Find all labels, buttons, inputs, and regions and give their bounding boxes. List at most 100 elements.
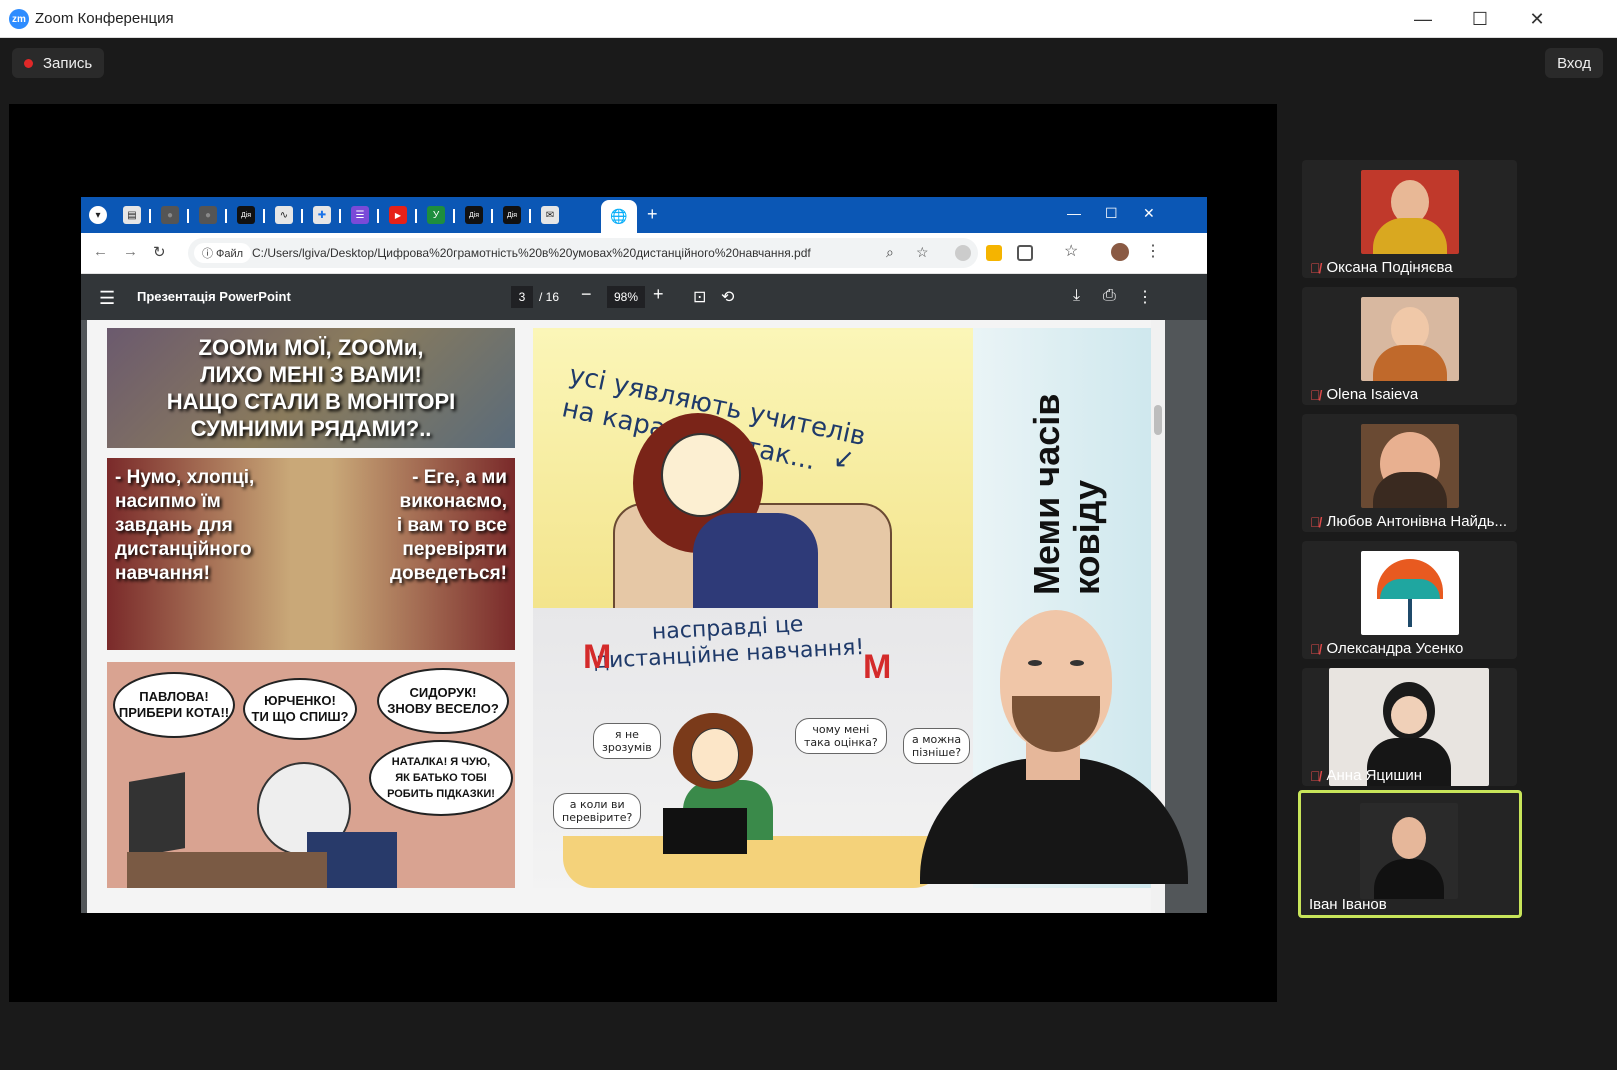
mic-muted-icon: 🎙̸: [1310, 386, 1321, 403]
tab-icon[interactable]: Дія: [503, 206, 521, 224]
maximize-button[interactable]: ☐: [1460, 6, 1500, 32]
youtube-tab-icon[interactable]: ▶: [389, 206, 407, 224]
meme2-right-caption: - Еге, а ми виконаємо, і вам то все пере…: [389, 467, 507, 584]
extension-icon[interactable]: [986, 245, 1002, 261]
tab-icon[interactable]: ●: [161, 206, 179, 224]
extensions-icon[interactable]: [1017, 245, 1033, 261]
enter-button[interactable]: Вход: [1545, 48, 1603, 78]
speech-bubble: ЮРЧЕНКО! ТИ ЩО СПИШ?: [243, 678, 357, 740]
monitor-illustration: [129, 772, 185, 858]
forward-icon[interactable]: →: [123, 243, 138, 260]
participant-tile[interactable]: 🎙̸ Любов Антонівна Найдь...: [1302, 414, 1517, 532]
participant-tile[interactable]: 🎙̸ Olena Isaieva: [1302, 287, 1517, 405]
tab-separator: [529, 209, 531, 223]
sweater-illustration: [693, 513, 818, 608]
umbrella-handle: [1408, 599, 1412, 627]
presenter-video-overlay: [920, 600, 1188, 884]
tab-icon[interactable]: Дія: [237, 206, 255, 224]
face-illustration: [661, 433, 741, 517]
tab-separator: [377, 209, 379, 223]
participant-name: Любов Антонівна Найдь...: [1326, 513, 1508, 530]
window-title: Zoom Конференция: [35, 10, 174, 27]
participant-tile[interactable]: 🎙̸ Оксана Подіняєва: [1302, 160, 1517, 278]
recording-indicator[interactable]: Запись: [12, 48, 105, 78]
reload-icon[interactable]: ↻: [153, 243, 166, 261]
tab-icon[interactable]: У: [427, 206, 445, 224]
browser-close-icon[interactable]: ✕: [1143, 205, 1155, 222]
profile-icon[interactable]: [1111, 243, 1129, 261]
meme-battle: - Нумо, хлопці, насипмо їм завдань для д…: [107, 458, 515, 650]
speech-bubble: НАТАЛКА! Я ЧУЮ, ЯК БАТЬКО ТОБІ РОБИТЬ ПІ…: [369, 740, 513, 816]
browser-maximize-icon[interactable]: ☐: [1105, 205, 1118, 222]
gmail-icon: M: [583, 638, 612, 676]
tab-icon[interactable]: ●: [199, 206, 217, 224]
search-icon[interactable]: ⌕: [886, 244, 894, 261]
speech-bubble: а коли ви перевірите?: [553, 793, 642, 829]
avatar: [1361, 170, 1459, 254]
participant-name: Анна Яцишин: [1326, 767, 1423, 784]
umbrella-logo-inner: [1380, 579, 1440, 599]
scrollbar-thumb[interactable]: [1154, 405, 1162, 435]
active-tab[interactable]: 🌐: [601, 200, 637, 233]
participant-tile-active-speaker[interactable]: Іван Іванов: [1298, 790, 1522, 918]
tab-icon[interactable]: ∿: [275, 206, 293, 224]
participant-name-row: 🎙̸ Любов Антонівна Найдь...: [1310, 513, 1507, 530]
participant-name-row: 🎙̸ Анна Яцишин: [1310, 767, 1422, 784]
tab-icon[interactable]: ▤: [123, 206, 141, 224]
window-titlebar: zm Zoom Конференция — ☐ ✕: [0, 0, 1617, 38]
url-text[interactable]: C:/Users/lgiva/Desktop/Цифрова%20грамотн…: [252, 246, 811, 260]
zoom-in-icon[interactable]: +: [653, 284, 664, 305]
translate-icon[interactable]: [955, 245, 971, 261]
avatar: [1360, 803, 1458, 899]
table-illustration: [563, 836, 943, 888]
page-number-input[interactable]: 3: [511, 286, 533, 308]
tab-separator: [453, 209, 455, 223]
record-dot-icon: [24, 58, 33, 68]
laptop-illustration: [663, 808, 747, 854]
speech-bubble: я не зрозумів: [593, 723, 661, 759]
browser-menu-icon[interactable]: ⋮: [1145, 241, 1161, 260]
tab-icon[interactable]: Дія: [465, 206, 483, 224]
avatar-head: [1392, 817, 1426, 859]
more-icon[interactable]: ⋮: [1137, 287, 1153, 307]
mic-muted-icon: 🎙̸: [1310, 259, 1321, 276]
zoom-toolbar: Запись Вход: [0, 38, 1617, 102]
omnibox[interactable]: ⓘ Файл C:/Users/lgiva/Desktop/Цифрова%20…: [188, 238, 978, 268]
zoom-logo-icon: zm: [9, 9, 29, 29]
participant-tile[interactable]: 🎙̸ Олександра Усенко: [1302, 541, 1517, 659]
zoom-level-input[interactable]: 98%: [607, 286, 645, 308]
bookmarks-icon[interactable]: ☆: [1064, 241, 1080, 260]
tab-icon[interactable]: ✚: [313, 206, 331, 224]
meme2-left-caption: - Нумо, хлопці, насипмо їм завдань для д…: [115, 467, 255, 584]
tab-icon[interactable]: ✉: [541, 206, 559, 224]
participant-tile[interactable]: 🎙̸ Анна Яцишин: [1302, 668, 1517, 786]
zoom-out-icon[interactable]: −: [581, 284, 592, 305]
avatar: [1361, 424, 1459, 508]
browser-minimize-icon[interactable]: —: [1067, 205, 1081, 221]
tab-separator: [491, 209, 493, 223]
back-icon[interactable]: ←: [93, 243, 108, 260]
file-info-chip[interactable]: ⓘ Файл: [194, 243, 252, 263]
tab-search-icon[interactable]: ▾: [89, 206, 107, 224]
meme1-caption: ZOOMи МОЇ, ZOOMи, ЛИХО МЕНІ З ВАМИ! НАЩО…: [166, 335, 456, 441]
avatar-body: [1373, 345, 1447, 381]
download-icon[interactable]: ⤓: [1073, 287, 1080, 305]
mic-muted-icon: 🎙̸: [1310, 767, 1321, 784]
print-icon[interactable]: ⎙: [1103, 287, 1116, 305]
tab-icon[interactable]: ☰: [351, 206, 369, 224]
avatar-body: [1373, 218, 1447, 254]
minimize-button[interactable]: —: [1403, 6, 1443, 32]
close-button[interactable]: ✕: [1517, 6, 1557, 32]
meme-reality: насправді це дистанційне навчання! M M я…: [533, 608, 973, 888]
menu-icon[interactable]: ☰: [99, 288, 115, 309]
participant-name: Олександра Усенко: [1326, 640, 1464, 657]
fit-page-icon[interactable]: ⊡: [693, 287, 706, 307]
speech-bubble: чому мені така оцінка?: [795, 718, 887, 754]
new-tab-button[interactable]: +: [647, 204, 658, 225]
mic-muted-icon: 🎙̸: [1310, 640, 1321, 657]
star-icon[interactable]: ☆: [916, 244, 929, 261]
rotate-icon[interactable]: ⟲: [721, 287, 734, 307]
mic-muted-icon: 🎙̸: [1310, 513, 1321, 530]
participant-name: Olena Isaieva: [1326, 386, 1419, 403]
participant-name: Оксана Подіняєва: [1326, 259, 1453, 276]
